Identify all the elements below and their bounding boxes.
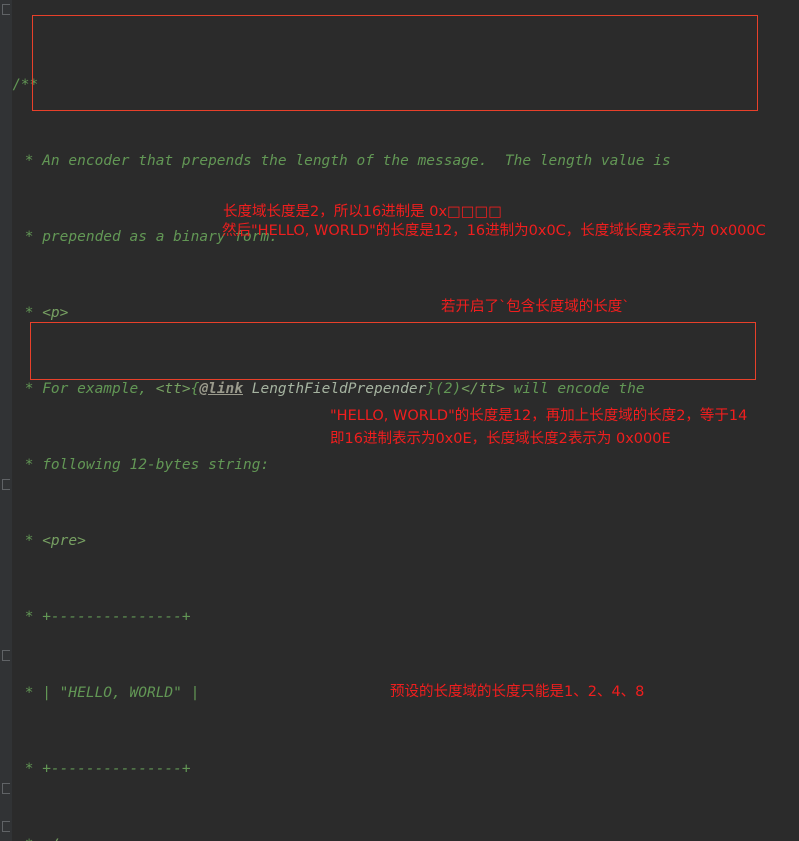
annotation-note-1-line-2: 然后"HELLO, WORLD"的长度是12，16进制为0x0C，长度域长度2表… xyxy=(222,223,766,239)
code-editor[interactable]: /** * An encoder that prepends the lengt… xyxy=(0,0,799,841)
fold-marker-class-open[interactable] xyxy=(2,650,10,661)
code-line[interactable]: * </pre> xyxy=(0,836,799,841)
code-line[interactable]: * <p> xyxy=(0,304,799,323)
token-comment-text: +---------------+ xyxy=(42,609,191,625)
token-comment-text: An encoder that prepends the length of t… xyxy=(42,153,671,169)
annotation-note-3-line-1: "HELLO, WORLD"的长度是12，再加上长度域的长度2，等于14 xyxy=(330,408,748,424)
token-comment-star: * xyxy=(16,837,42,841)
token-comment-star: * xyxy=(16,305,43,321)
fold-marker-javadoc-open[interactable] xyxy=(2,4,10,15)
token-comment-star: * xyxy=(16,685,43,701)
code-line[interactable]: * +---------------+ xyxy=(0,760,799,779)
token-html-tag: <p> xyxy=(42,305,69,321)
code-line[interactable]: * An encoder that prepends the length of… xyxy=(0,152,799,171)
token-comment-start: /** xyxy=(12,77,39,93)
fold-marker-javadoc-close[interactable] xyxy=(2,479,10,490)
token-html-tag: </tt> xyxy=(461,381,505,397)
code-line[interactable]: * +---------------+ xyxy=(0,608,799,627)
code-line[interactable]: * <pre> xyxy=(0,532,799,551)
annotation-note-4: 预设的长度域的长度只能是1、2、4、8 xyxy=(390,684,645,700)
token-comment-text: following 12-bytes string: xyxy=(42,457,270,473)
token-html-tag: </pre> xyxy=(42,837,94,841)
code-line[interactable]: /** xyxy=(0,76,799,95)
fold-marker-method-javadoc-close[interactable] xyxy=(2,783,10,794)
fold-marker-constructor[interactable] xyxy=(2,821,10,832)
token-comment-text: (2) xyxy=(435,381,462,397)
token-brace: } xyxy=(426,381,436,397)
token-comment-text: | "HELLO, WORLD" | xyxy=(42,685,200,701)
code-line[interactable]: * following 12-bytes string: xyxy=(0,456,799,475)
token-comment-star: * xyxy=(16,761,43,777)
token-javadoc-ref: LengthFieldPrepender xyxy=(243,381,427,397)
token-javadoc-link[interactable]: @link xyxy=(199,381,243,397)
token-comment-text: +---------------+ xyxy=(42,761,191,777)
token-html-tag: <pre> xyxy=(42,533,86,549)
token-comment-text: For example, xyxy=(42,381,156,397)
token-comment-star: * xyxy=(16,609,43,625)
annotation-note-3-line-2: 即16进制表示为0x0E，长度域长度2表示为 0x000E xyxy=(330,431,671,447)
token-comment-star: * xyxy=(16,229,43,245)
token-comment-text: will encode the xyxy=(504,381,645,397)
token-comment-star: * xyxy=(16,153,43,169)
code-line[interactable]: * For example, <tt>{@link LengthFieldPre… xyxy=(0,380,799,399)
annotation-note-1-line-1: 长度域长度是2，所以16进制是 0x□□□□ xyxy=(223,204,502,220)
token-comment-star: * xyxy=(16,381,43,397)
token-html-tag: <tt> xyxy=(155,381,191,397)
annotation-note-2: 若开启了`包含长度域的长度` xyxy=(441,299,630,315)
token-comment-star: * xyxy=(16,533,43,549)
token-comment-star: * xyxy=(16,457,43,473)
